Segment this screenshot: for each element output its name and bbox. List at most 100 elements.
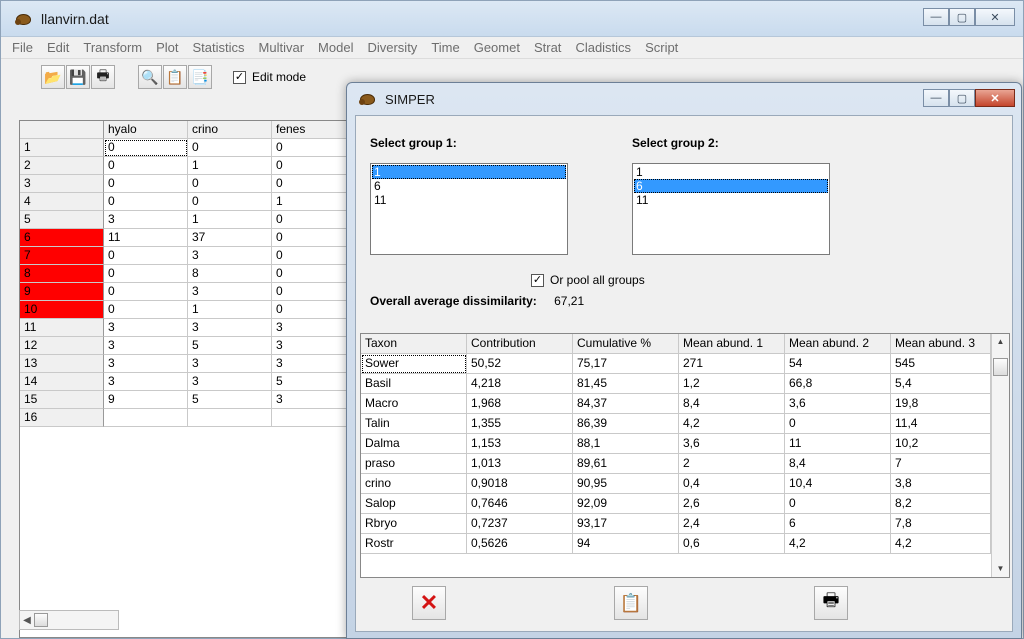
grid-row-header[interactable]: 10 <box>20 301 104 319</box>
group2-listbox[interactable]: 1 6 11 <box>632 163 830 255</box>
listbox-item[interactable]: 6 <box>634 179 828 193</box>
table-cell[interactable]: Rostr <box>361 534 467 554</box>
grid-cell[interactable]: 0 <box>104 301 188 319</box>
table-column-header[interactable]: Contribution <box>467 334 573 354</box>
table-cell[interactable]: praso <box>361 454 467 474</box>
table-cell[interactable]: 8,4 <box>679 394 785 414</box>
table-cell[interactable]: 7,8 <box>891 514 991 534</box>
listbox-item[interactable]: 11 <box>372 193 566 207</box>
grid-row-header[interactable]: 2 <box>20 157 104 175</box>
table-cell[interactable]: 11,4 <box>891 414 991 434</box>
grid-cell[interactable]: 3 <box>272 391 356 409</box>
menu-script[interactable]: Script <box>638 40 685 55</box>
table-cell[interactable]: 2,4 <box>679 514 785 534</box>
table-cell[interactable]: 271 <box>679 354 785 374</box>
grid-cell[interactable]: 3 <box>188 355 272 373</box>
table-cell[interactable]: 86,39 <box>573 414 679 434</box>
table-cell[interactable]: 2,6 <box>679 494 785 514</box>
menu-geomet[interactable]: Geomet <box>467 40 527 55</box>
grid-row-header[interactable]: 14 <box>20 373 104 391</box>
grid-cell[interactable]: 3 <box>104 337 188 355</box>
grid-cell[interactable]: 5 <box>188 391 272 409</box>
table-cell[interactable]: 1,968 <box>467 394 573 414</box>
table-cell[interactable]: 3,6 <box>785 394 891 414</box>
grid-cell[interactable]: 0 <box>188 175 272 193</box>
table-cell[interactable]: 10,2 <box>891 434 991 454</box>
simper-maximize-button[interactable]: ▢ <box>949 89 975 107</box>
grid-cell[interactable]: 0 <box>104 139 188 157</box>
menu-diversity[interactable]: Diversity <box>360 40 424 55</box>
grid-cell[interactable] <box>104 409 188 427</box>
table-cell[interactable]: Dalma <box>361 434 467 454</box>
grid-cell[interactable]: 0 <box>272 229 356 247</box>
menu-file[interactable]: File <box>5 40 40 55</box>
grid-cell[interactable]: 5 <box>272 373 356 391</box>
grid-corner[interactable] <box>20 121 104 139</box>
grid-row-header[interactable]: 12 <box>20 337 104 355</box>
paste-icon[interactable]: 📑 <box>188 65 212 89</box>
horizontal-scrollbar[interactable]: ◀ <box>19 610 119 630</box>
copy-icon[interactable]: 📋 <box>163 65 187 89</box>
listbox-item[interactable]: 1 <box>372 165 566 179</box>
menu-edit[interactable]: Edit <box>40 40 76 55</box>
grid-cell[interactable]: 3 <box>188 373 272 391</box>
table-cell[interactable]: 0,6 <box>679 534 785 554</box>
menu-plot[interactable]: Plot <box>149 40 185 55</box>
grid-row-header[interactable]: 7 <box>20 247 104 265</box>
pool-groups-checkbox[interactable]: ✓ <box>531 273 544 287</box>
table-cell[interactable]: 3,8 <box>891 474 991 494</box>
print-button[interactable]: 🖶 <box>814 586 848 620</box>
table-cell[interactable]: 0,4 <box>679 474 785 494</box>
table-cell[interactable]: 2 <box>679 454 785 474</box>
grid-cell[interactable]: 11 <box>104 229 188 247</box>
grid-row-header[interactable]: 13 <box>20 355 104 373</box>
listbox-item[interactable]: 11 <box>634 193 828 207</box>
copy-button[interactable]: 📋 <box>614 586 648 620</box>
table-cell[interactable]: Salop <box>361 494 467 514</box>
find-icon[interactable]: 🔍 <box>138 65 162 89</box>
table-cell[interactable]: 7 <box>891 454 991 474</box>
grid-cell[interactable]: 3 <box>272 337 356 355</box>
table-cell[interactable]: 3,6 <box>679 434 785 454</box>
scroll-down-icon[interactable]: ▼ <box>992 561 1009 577</box>
table-cell[interactable]: 11 <box>785 434 891 454</box>
grid-cell[interactable]: 3 <box>104 373 188 391</box>
menu-transform[interactable]: Transform <box>76 40 149 55</box>
listbox-item[interactable]: 1 <box>634 165 828 179</box>
grid-cell[interactable]: 0 <box>272 157 356 175</box>
grid-column-header[interactable]: hyalo <box>104 121 188 139</box>
table-scroll-thumb[interactable] <box>993 358 1008 376</box>
grid-cell[interactable]: 0 <box>104 283 188 301</box>
simper-minimize-button[interactable]: — <box>923 89 949 107</box>
grid-row-header[interactable]: 16 <box>20 409 104 427</box>
grid-cell[interactable]: 9 <box>104 391 188 409</box>
menu-multivar[interactable]: Multivar <box>252 40 312 55</box>
grid-row-header[interactable]: 5 <box>20 211 104 229</box>
scroll-up-icon[interactable]: ▲ <box>992 334 1009 350</box>
table-cell[interactable]: 66,8 <box>785 374 891 394</box>
table-cell[interactable]: 94 <box>573 534 679 554</box>
grid-cell[interactable]: 0 <box>104 175 188 193</box>
grid-cell[interactable]: 0 <box>272 265 356 283</box>
table-cell[interactable]: 1,013 <box>467 454 573 474</box>
grid-cell[interactable]: 1 <box>188 157 272 175</box>
cancel-button[interactable]: ✕ <box>412 586 446 620</box>
listbox-item[interactable]: 6 <box>372 179 566 193</box>
grid-row-header[interactable]: 3 <box>20 175 104 193</box>
grid-cell[interactable]: 0 <box>104 265 188 283</box>
table-cell[interactable]: 89,61 <box>573 454 679 474</box>
table-cell[interactable]: 93,17 <box>573 514 679 534</box>
grid-cell[interactable]: 3 <box>104 319 188 337</box>
table-cell[interactable]: crino <box>361 474 467 494</box>
table-cell[interactable]: 1,153 <box>467 434 573 454</box>
table-column-header[interactable]: Mean abund. 1 <box>679 334 785 354</box>
table-column-header[interactable]: Mean abund. 2 <box>785 334 891 354</box>
simper-title-bar[interactable]: SIMPER — ▢ ✕ <box>347 83 1021 115</box>
grid-cell[interactable]: 3 <box>188 283 272 301</box>
grid-cell[interactable]: 0 <box>272 247 356 265</box>
grid-cell[interactable] <box>188 409 272 427</box>
grid-cell[interactable]: 0 <box>272 139 356 157</box>
grid-cell[interactable]: 0 <box>104 157 188 175</box>
table-cell[interactable]: Talin <box>361 414 467 434</box>
grid-cell[interactable]: 3 <box>188 319 272 337</box>
